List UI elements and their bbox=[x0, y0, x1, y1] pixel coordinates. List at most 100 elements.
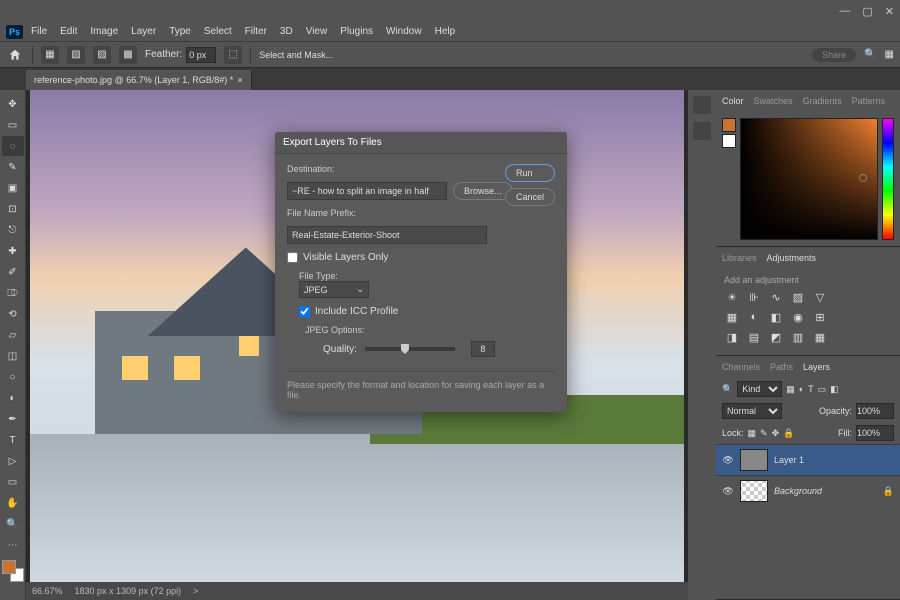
color-swatches[interactable] bbox=[2, 560, 24, 582]
dialog-title[interactable]: Export Layers To Files bbox=[275, 132, 567, 154]
threshold-icon[interactable]: ◩ bbox=[768, 329, 784, 345]
stamp-tool[interactable]: ⎄ bbox=[2, 283, 24, 303]
crop-tool[interactable]: ▣ bbox=[2, 178, 24, 198]
channel-mixer-icon[interactable]: ⊞ bbox=[812, 309, 828, 325]
current-fg-swatch[interactable] bbox=[722, 118, 736, 132]
selective-color-icon[interactable]: ▦ bbox=[812, 329, 828, 345]
selection-intersect-icon[interactable]: ▩ bbox=[119, 46, 137, 64]
filter-type-icon[interactable]: T bbox=[808, 384, 814, 394]
visibility-icon[interactable]: 👁 bbox=[722, 455, 734, 466]
zoom-level[interactable]: 66.67% bbox=[32, 586, 63, 596]
tab-swatches[interactable]: Swatches bbox=[754, 96, 793, 106]
selection-sub-icon[interactable]: ▨ bbox=[93, 46, 111, 64]
zoom-tool[interactable]: 🔍 bbox=[2, 514, 24, 534]
menu-type[interactable]: Type bbox=[164, 24, 196, 39]
tab-color[interactable]: Color bbox=[722, 96, 744, 106]
lock-position-icon[interactable]: ✥ bbox=[772, 428, 780, 439]
menu-select[interactable]: Select bbox=[199, 24, 237, 39]
frame-tool[interactable]: ⊡ bbox=[2, 199, 24, 219]
visible-only-input[interactable] bbox=[287, 252, 298, 263]
tab-patterns[interactable]: Patterns bbox=[852, 96, 886, 106]
photo-filter-icon[interactable]: ◉ bbox=[790, 309, 806, 325]
filetype-select[interactable]: JPEG ⌄ bbox=[299, 281, 369, 298]
healing-tool[interactable]: ✚ bbox=[2, 241, 24, 261]
lock-image-icon[interactable]: ✎ bbox=[760, 428, 768, 439]
menu-window[interactable]: Window bbox=[381, 24, 427, 39]
layer-item[interactable]: 👁 Layer 1 bbox=[716, 444, 900, 475]
color-balance-icon[interactable]: ◐ bbox=[746, 309, 762, 325]
move-tool[interactable]: ✥ bbox=[2, 94, 24, 114]
posterize-icon[interactable]: ▤ bbox=[746, 329, 762, 345]
menu-layer[interactable]: Layer bbox=[126, 24, 161, 39]
invert-icon[interactable]: ◨ bbox=[724, 329, 740, 345]
curves-icon[interactable]: ∿ bbox=[768, 289, 784, 305]
color-field[interactable] bbox=[740, 118, 878, 240]
visibility-icon[interactable]: 👁 bbox=[722, 486, 734, 497]
vibrance-icon[interactable]: ▽ bbox=[812, 289, 828, 305]
home-icon[interactable] bbox=[6, 46, 24, 64]
filter-smart-icon[interactable]: ◧ bbox=[830, 384, 839, 395]
menu-edit[interactable]: Edit bbox=[55, 24, 82, 39]
select-and-mask-button[interactable]: Select and Mask... bbox=[259, 50, 333, 60]
tab-paths[interactable]: Paths bbox=[770, 362, 793, 372]
layer-item[interactable]: 👁 Background 🔒 bbox=[716, 475, 900, 506]
brightness-icon[interactable]: ☀ bbox=[724, 289, 740, 305]
opacity-input[interactable] bbox=[856, 403, 894, 419]
layer-name[interactable]: Layer 1 bbox=[774, 455, 804, 465]
fg-color-swatch[interactable] bbox=[2, 560, 16, 574]
history-panel-icon[interactable] bbox=[693, 96, 711, 114]
close-window-button[interactable]: ✕ bbox=[885, 5, 894, 18]
prefix-input[interactable]: Real-Estate-Exterior-Shoot bbox=[287, 226, 487, 244]
path-select-tool[interactable]: ▷ bbox=[2, 451, 24, 471]
tab-libraries[interactable]: Libraries bbox=[722, 253, 757, 263]
blend-mode-select[interactable]: Normal bbox=[722, 403, 782, 419]
status-chevron-icon[interactable]: > bbox=[193, 586, 198, 596]
hue-icon[interactable]: ▦ bbox=[724, 309, 740, 325]
history-brush-tool[interactable]: ⟲ bbox=[2, 304, 24, 324]
tab-channels[interactable]: Channels bbox=[722, 362, 760, 372]
layer-thumbnail[interactable] bbox=[740, 449, 768, 471]
quality-slider[interactable] bbox=[365, 347, 455, 351]
fill-input[interactable] bbox=[856, 425, 894, 441]
visible-only-checkbox[interactable]: Visible Layers Only bbox=[287, 252, 555, 263]
exposure-icon[interactable]: ▨ bbox=[790, 289, 806, 305]
marquee-tool[interactable]: ▭ bbox=[2, 115, 24, 135]
properties-panel-icon[interactable] bbox=[693, 122, 711, 140]
minimize-button[interactable]: — bbox=[839, 5, 850, 18]
gradient-map-icon[interactable]: ▥ bbox=[790, 329, 806, 345]
filter-shape-icon[interactable]: ▭ bbox=[818, 384, 827, 395]
selection-new-icon[interactable]: ▦ bbox=[41, 46, 59, 64]
hue-slider[interactable] bbox=[882, 118, 894, 240]
filter-kind-icon[interactable]: 🔍 bbox=[722, 384, 733, 395]
eraser-tool[interactable]: ▱ bbox=[2, 325, 24, 345]
feather-input[interactable] bbox=[186, 47, 216, 63]
selection-add-icon[interactable]: ▧ bbox=[67, 46, 85, 64]
tab-layers[interactable]: Layers bbox=[803, 362, 830, 372]
icc-checkbox[interactable]: Include ICC Profile bbox=[299, 306, 555, 317]
shape-tool[interactable]: ▭ bbox=[2, 472, 24, 492]
hand-tool[interactable]: ✋ bbox=[2, 493, 24, 513]
lasso-tool[interactable]: ◌ bbox=[2, 136, 24, 156]
bw-icon[interactable]: ◧ bbox=[768, 309, 784, 325]
eyedropper-tool[interactable]: ⎋ bbox=[2, 220, 24, 240]
color-picker-ring[interactable] bbox=[859, 174, 867, 182]
filter-kind-select[interactable]: Kind bbox=[737, 381, 782, 397]
run-button[interactable]: Run bbox=[505, 164, 555, 182]
type-tool[interactable]: T bbox=[2, 430, 24, 450]
lock-all-icon[interactable]: 🔒 bbox=[783, 428, 794, 439]
cancel-button[interactable]: Cancel bbox=[505, 188, 555, 206]
quick-select-tool[interactable]: ✎ bbox=[2, 157, 24, 177]
dodge-tool[interactable]: ◐ bbox=[2, 388, 24, 408]
pen-tool[interactable]: ✒ bbox=[2, 409, 24, 429]
workspace-icon[interactable]: ▦ bbox=[885, 49, 894, 60]
slider-thumb[interactable] bbox=[401, 344, 409, 354]
layer-thumbnail[interactable] bbox=[740, 480, 768, 502]
destination-input[interactable]: ~RE - how to split an image in half bbox=[287, 182, 447, 200]
menu-help[interactable]: Help bbox=[430, 24, 461, 39]
levels-icon[interactable]: ⊪ bbox=[746, 289, 762, 305]
menu-3d[interactable]: 3D bbox=[275, 24, 298, 39]
blur-tool[interactable]: ○ bbox=[2, 367, 24, 387]
menu-plugins[interactable]: Plugins bbox=[335, 24, 378, 39]
layer-name[interactable]: Background bbox=[774, 486, 822, 496]
browse-button[interactable]: Browse... bbox=[453, 182, 513, 200]
